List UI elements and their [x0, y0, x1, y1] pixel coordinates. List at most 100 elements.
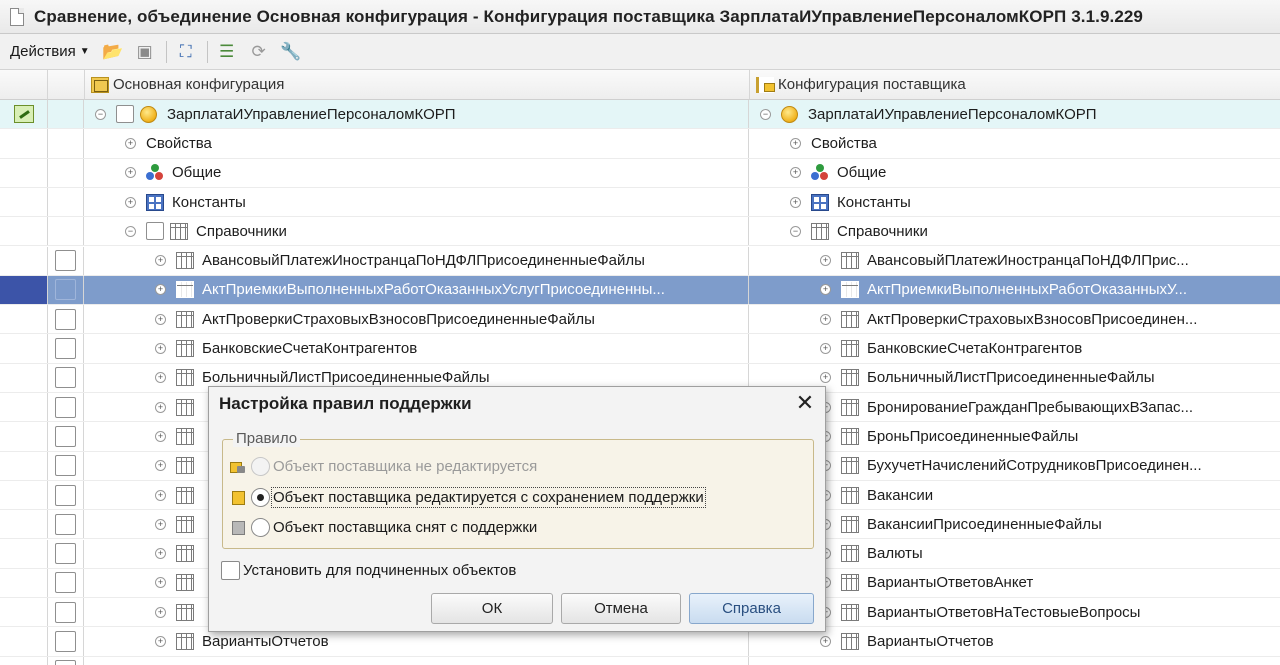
catalog-icon: [176, 603, 194, 621]
column-header-main-config[interactable]: Основная конфигурация: [85, 70, 750, 100]
expand-icon[interactable]: +: [155, 489, 166, 501]
tree-row-root[interactable]: − ЗарплатаИУправлениеПерсоналомКОРП − За…: [0, 100, 1280, 130]
option-editable-with-support[interactable]: Объект поставщика редактируется с сохран…: [229, 484, 706, 510]
help-button[interactable]: Справка: [689, 593, 814, 624]
tree-row-catalog-item[interactable]: + АктПроверкиСтраховыхВзносовПрисоединенн…: [0, 305, 1280, 335]
item-checkbox[interactable]: [55, 572, 76, 594]
vendor-config-icon: [756, 76, 775, 93]
expand-icon[interactable]: +: [155, 284, 166, 296]
expand-icon[interactable]: +: [820, 372, 831, 384]
expand-icon[interactable]: +: [820, 313, 831, 325]
filter-icon[interactable]: ⛶: [173, 39, 199, 65]
item-checkbox[interactable]: [55, 601, 76, 623]
tree-row-catalog-item[interactable]: [0, 656, 1280, 665]
option-not-editable[interactable]: Объект поставщика не редактируется: [229, 453, 537, 479]
right-pane-cell: +БроньПрисоединенныеФайлы: [750, 422, 1280, 450]
subordinate-checkbox-box[interactable]: [221, 561, 240, 580]
tree-row-catalog-item-selected[interactable]: + АктПриемкиВыполненныхРаботОказанныхУслу…: [0, 275, 1280, 306]
expand-icon[interactable]: +: [155, 401, 166, 413]
tree-row-catalogs[interactable]: − Справочники − Справочники: [0, 217, 1280, 247]
tree-row-catalog-item[interactable]: + БанковскиеСчетаКонтрагентов + Банковские…: [0, 334, 1280, 364]
item-checkbox[interactable]: [55, 279, 76, 301]
catalog-item-name: АвансовыйПлатежИностранцаПоНДФЛПрис...: [867, 252, 1189, 270]
list-icon[interactable]: ☰: [214, 39, 240, 65]
item-checkbox[interactable]: [55, 513, 76, 535]
tree-row-common[interactable]: + Общие + Общие: [0, 158, 1280, 188]
save-icon[interactable]: ▣: [132, 39, 158, 65]
expand-icon[interactable]: +: [790, 167, 801, 179]
actions-menu[interactable]: Действия ▼: [10, 43, 90, 60]
configuration-icon: [140, 105, 157, 123]
item-checkbox[interactable]: [55, 308, 76, 330]
column-header-status[interactable]: [0, 70, 48, 100]
radio-not-editable[interactable]: [251, 456, 270, 476]
collapse-icon[interactable]: −: [125, 225, 136, 237]
expand-icon[interactable]: +: [155, 372, 166, 384]
tree-row-catalog-item[interactable]: + АвансовыйПлатежИностранцаПоНДФЛПрисоеди…: [0, 246, 1280, 276]
wrench-icon[interactable]: 🔧: [278, 39, 304, 65]
status-cell: [0, 656, 48, 665]
expand-icon[interactable]: +: [820, 343, 831, 355]
catalog-icon: [176, 633, 194, 651]
check-cell: [48, 393, 84, 422]
left-pane-cell: + Константы: [85, 187, 749, 217]
item-checkbox[interactable]: [55, 250, 76, 272]
catalog-item-left: +: [155, 540, 202, 568]
refresh-icon[interactable]: ⟳: [246, 39, 272, 65]
item-checkbox[interactable]: [55, 660, 76, 665]
expand-icon[interactable]: +: [155, 548, 166, 560]
item-checkbox[interactable]: [55, 484, 76, 506]
check-cell: [48, 568, 84, 598]
right-pane-cell: + Общие: [750, 159, 1280, 187]
expand-icon[interactable]: +: [820, 636, 831, 648]
cancel-button[interactable]: Отмена: [561, 593, 681, 624]
collapse-icon[interactable]: −: [790, 225, 801, 237]
expand-icon[interactable]: +: [790, 196, 801, 208]
expand-icon[interactable]: +: [790, 137, 801, 149]
expand-icon[interactable]: +: [155, 255, 166, 267]
expand-icon[interactable]: +: [155, 606, 166, 618]
close-icon[interactable]: ✕: [793, 391, 817, 415]
rule-groupbox: Правило Объект поставщика не редактирует…: [222, 430, 814, 549]
item-checkbox[interactable]: [55, 338, 76, 360]
expand-icon[interactable]: +: [155, 460, 166, 472]
item-checkbox[interactable]: [55, 631, 76, 653]
expand-icon[interactable]: +: [125, 167, 136, 179]
status-cell: [0, 275, 48, 305]
status-cell: [0, 187, 48, 217]
expand-icon[interactable]: +: [125, 196, 136, 208]
item-checkbox[interactable]: [55, 455, 76, 477]
option-removed-from-support[interactable]: Объект поставщика снят с поддержки: [229, 514, 537, 540]
column-header-vendor-config[interactable]: Конфигурация поставщика: [750, 70, 1280, 100]
catalogs-checkbox[interactable]: [146, 222, 164, 241]
expand-icon[interactable]: +: [820, 284, 831, 296]
expand-icon[interactable]: +: [155, 518, 166, 530]
expand-icon[interactable]: +: [155, 343, 166, 355]
tree-row-properties[interactable]: + Свойства + Свойства: [0, 129, 1280, 159]
item-checkbox[interactable]: [55, 367, 76, 389]
radio-removed-from-support[interactable]: [251, 517, 270, 537]
tree-row-constants[interactable]: + Константы + Константы: [0, 187, 1280, 218]
radio-editable-with-support[interactable]: [251, 487, 270, 507]
expand-icon[interactable]: +: [820, 255, 831, 267]
open-folder-icon[interactable]: 📂: [100, 39, 126, 65]
item-checkbox[interactable]: [55, 425, 76, 447]
subordinate-objects-checkbox[interactable]: Установить для подчиненных объектов: [221, 561, 516, 580]
root-checkbox[interactable]: [116, 105, 134, 124]
expand-icon[interactable]: +: [155, 636, 166, 648]
ok-button[interactable]: ОК: [431, 593, 553, 624]
collapse-icon[interactable]: −: [95, 108, 106, 120]
expand-icon[interactable]: +: [155, 313, 166, 325]
expand-icon[interactable]: +: [155, 577, 166, 589]
expand-icon[interactable]: +: [155, 430, 166, 442]
item-checkbox[interactable]: [55, 543, 76, 565]
item-checkbox[interactable]: [55, 396, 76, 418]
collapse-icon[interactable]: −: [760, 108, 771, 120]
constants-icon: [811, 193, 829, 211]
right-pane-cell: +Валюты: [750, 540, 1280, 568]
column-header-check[interactable]: [48, 70, 85, 100]
expand-icon[interactable]: +: [125, 137, 136, 149]
common-objects-icon: [146, 164, 164, 181]
toolbar: Действия ▼ 📂 ▣ ⛶ ☰ ⟳ 🔧: [0, 34, 1280, 70]
configuration-icon: [781, 105, 798, 123]
